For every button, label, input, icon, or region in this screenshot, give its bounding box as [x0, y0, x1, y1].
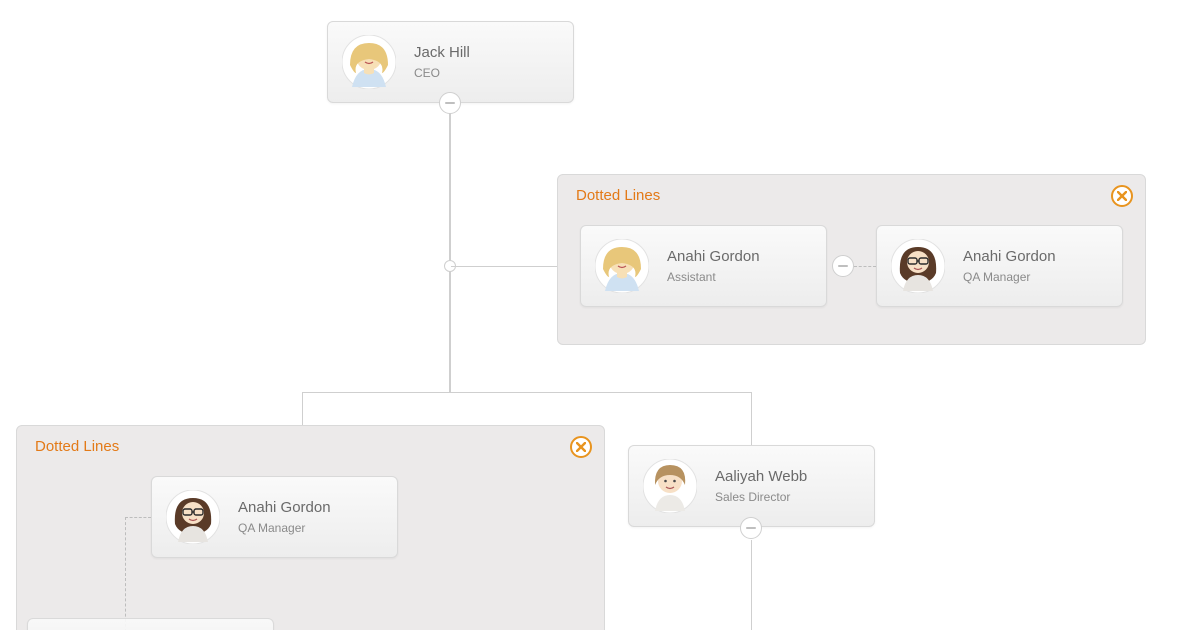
node-text: Anahi Gordon Assistant — [667, 248, 760, 284]
connector-line — [451, 266, 557, 267]
node-name: Anahi Gordon — [667, 248, 760, 267]
node-text: Aaliyah Webb Sales Director — [715, 468, 807, 504]
close-icon — [1117, 191, 1127, 201]
node-name: Anahi Gordon — [963, 248, 1056, 267]
org-node-hidden[interactable] — [27, 618, 274, 630]
connector-line — [449, 113, 451, 393]
close-icon — [576, 442, 586, 452]
node-title: CEO — [414, 66, 470, 80]
group-title: Dotted Lines — [35, 438, 119, 455]
dashed-connector — [125, 517, 126, 630]
close-button[interactable] — [1111, 185, 1133, 207]
node-text: Anahi Gordon QA Manager — [963, 248, 1056, 284]
collapse-toggle-icon[interactable] — [439, 92, 461, 114]
node-name: Aaliyah Webb — [715, 468, 807, 487]
node-name: Anahi Gordon — [238, 499, 331, 518]
avatar-icon — [643, 459, 697, 513]
connector-line — [302, 392, 752, 393]
collapse-toggle-icon[interactable] — [740, 517, 762, 539]
node-title: Assistant — [667, 270, 760, 284]
dotted-lines-group: Dotted Lines Anahi Gordon QA Manager — [16, 425, 605, 630]
org-node-ceo[interactable]: Jack Hill CEO — [327, 21, 574, 103]
dashed-connector — [125, 517, 151, 518]
node-text: Anahi Gordon QA Manager — [238, 499, 331, 535]
avatar-icon — [891, 239, 945, 293]
node-text: Jack Hill CEO — [414, 44, 470, 80]
dashed-connector — [854, 266, 876, 267]
org-node-qa-manager[interactable]: Anahi Gordon QA Manager — [151, 476, 398, 558]
avatar-icon — [166, 490, 220, 544]
collapse-toggle-icon[interactable] — [832, 255, 854, 277]
close-button[interactable] — [570, 436, 592, 458]
node-title: QA Manager — [238, 521, 331, 535]
node-title: Sales Director — [715, 490, 807, 504]
node-name: Jack Hill — [414, 44, 470, 63]
dotted-lines-group: Dotted Lines Anahi Gordon Assistant Anah… — [557, 174, 1146, 345]
org-chart-canvas: Jack Hill CEO Dotted Lines Anahi Gordon … — [0, 0, 1200, 630]
group-title: Dotted Lines — [576, 187, 660, 204]
org-node-qa-manager[interactable]: Anahi Gordon QA Manager — [876, 225, 1123, 307]
node-title: QA Manager — [963, 270, 1056, 284]
avatar-icon — [342, 35, 396, 89]
connector-line — [751, 392, 752, 445]
avatar-icon — [595, 239, 649, 293]
org-node-assistant[interactable]: Anahi Gordon Assistant — [580, 225, 827, 307]
connector-line — [302, 392, 303, 425]
connector-line — [751, 540, 752, 630]
org-node-sales-director[interactable]: Aaliyah Webb Sales Director — [628, 445, 875, 527]
